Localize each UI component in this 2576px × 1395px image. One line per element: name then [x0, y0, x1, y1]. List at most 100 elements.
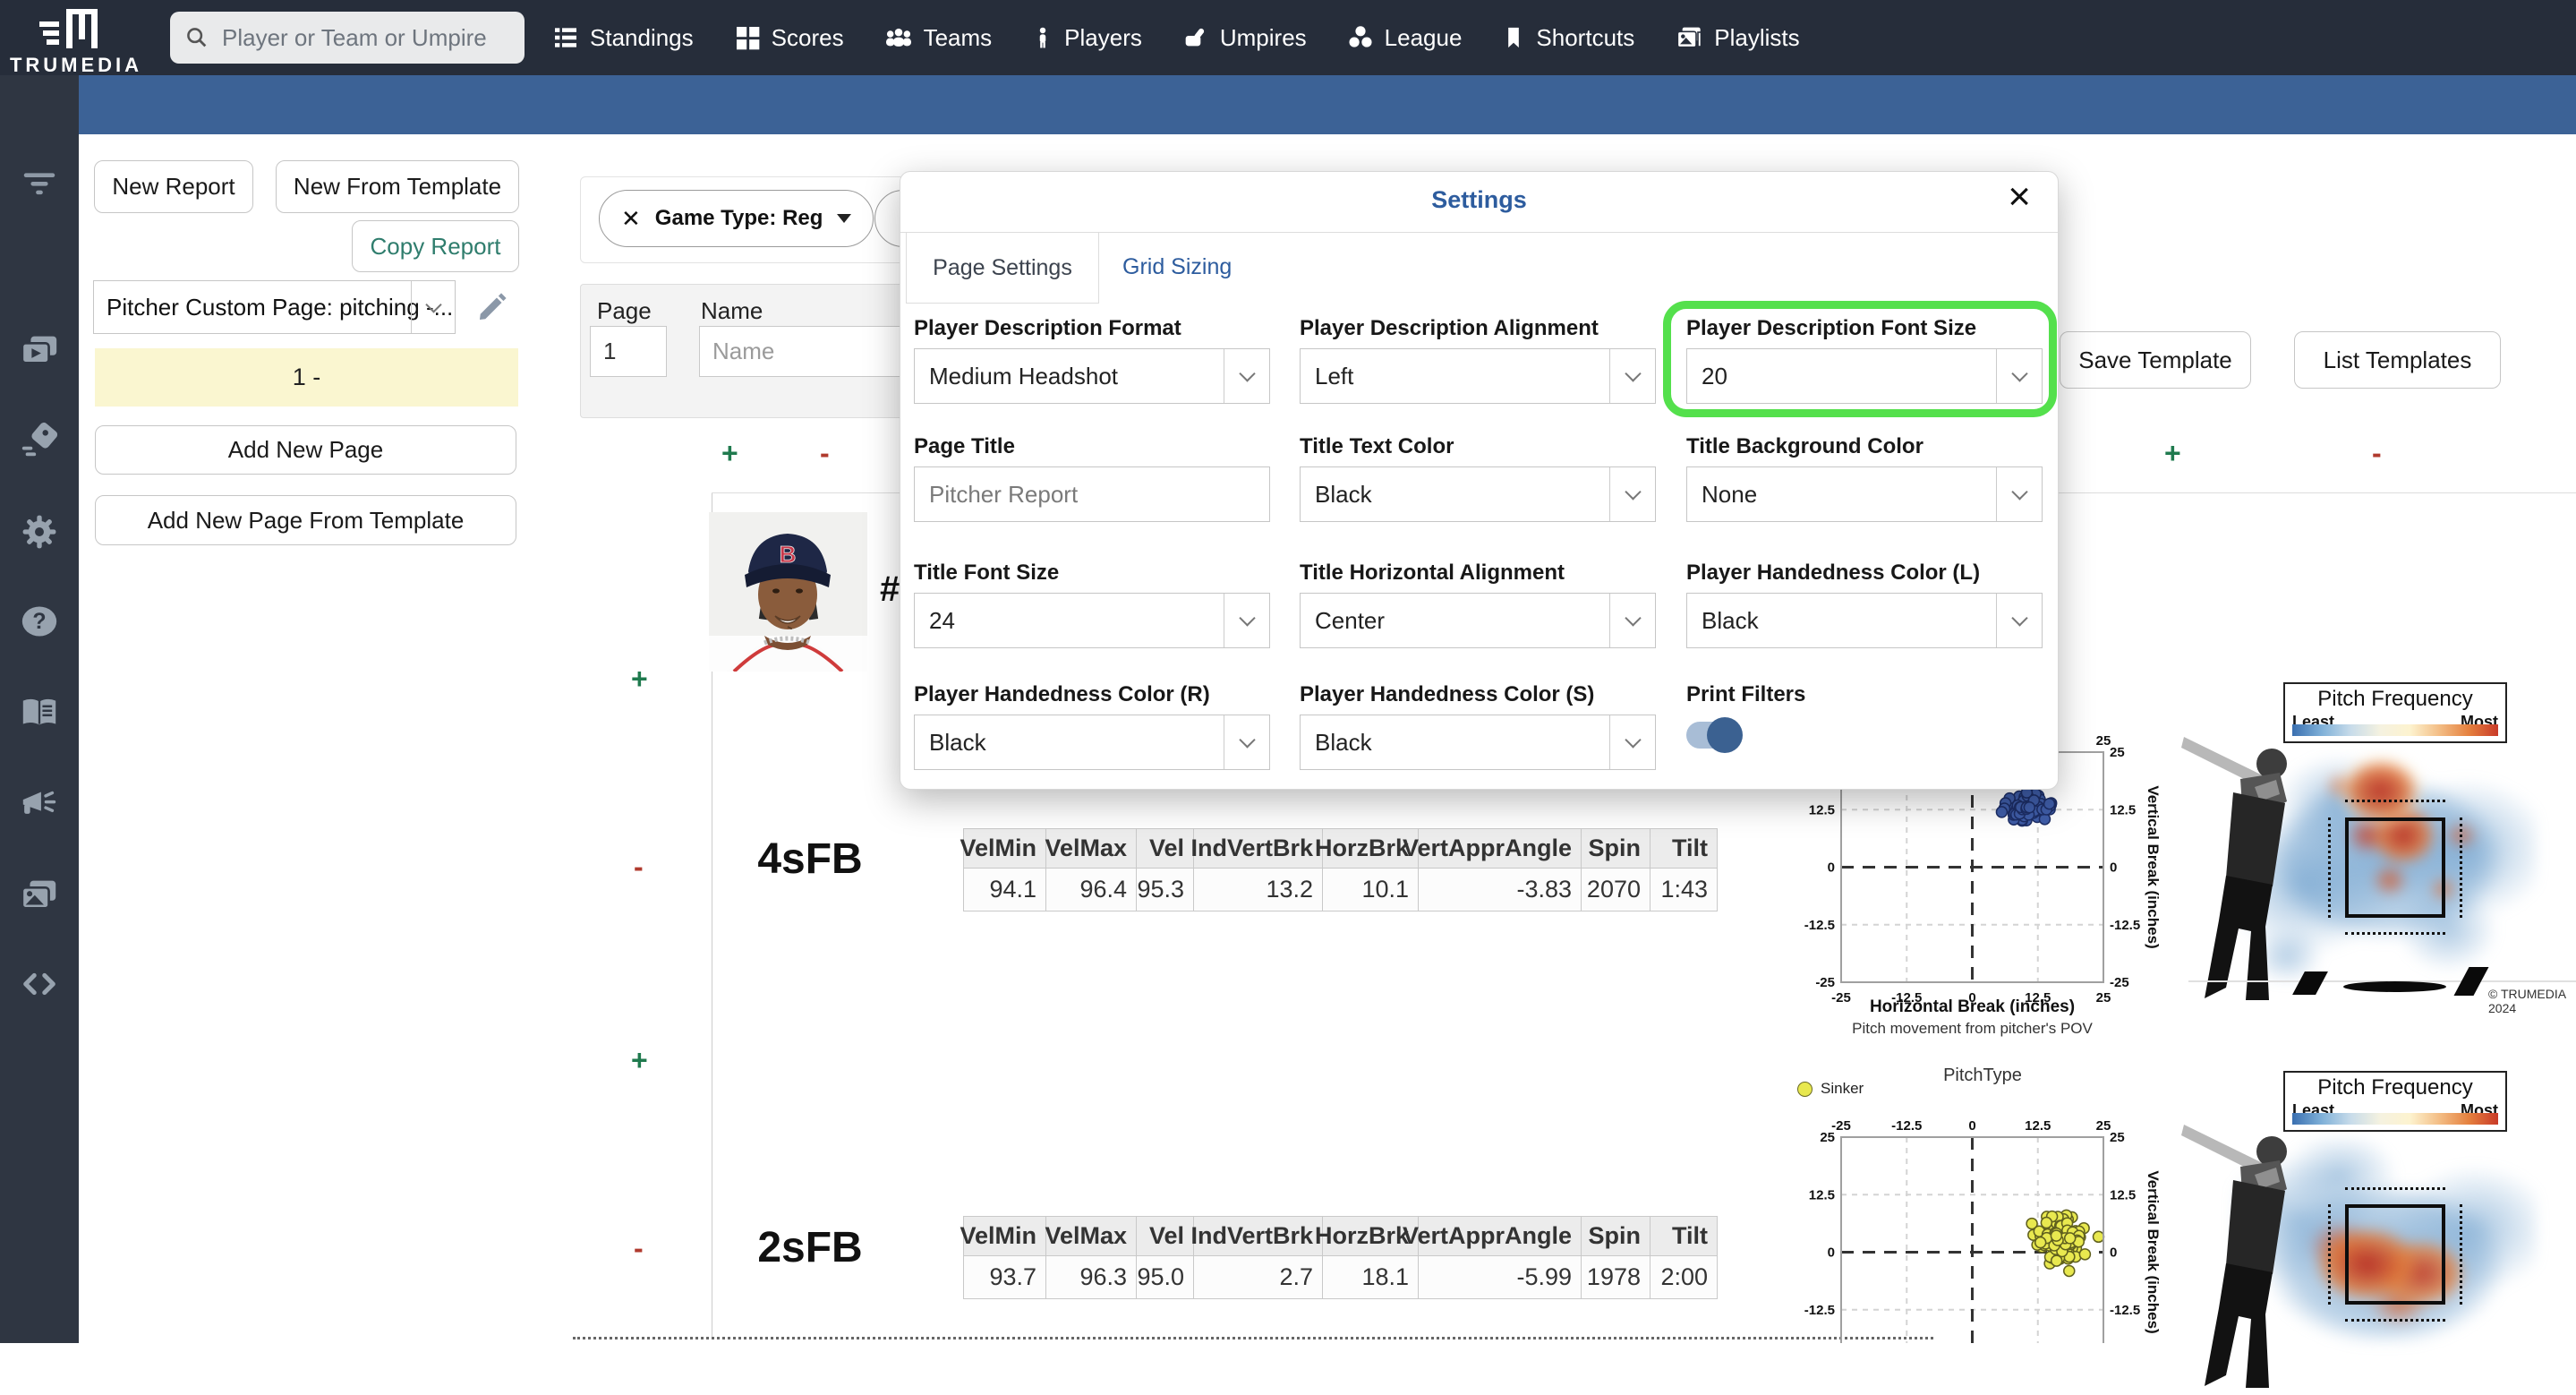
scatter-point [2050, 1254, 2063, 1267]
list-templates-button[interactable]: List Templates [2294, 331, 2501, 389]
tag-icon[interactable] [19, 420, 60, 461]
zone-dotted-line [2328, 1204, 2331, 1305]
title-background-color-select[interactable]: None [1686, 466, 2043, 522]
video-playlist-icon[interactable] [19, 329, 60, 371]
table-cell: 1978 [1582, 1256, 1651, 1299]
player-description-alignment-select[interactable]: Left [1300, 348, 1656, 404]
tab-page-settings[interactable]: Page Settings [906, 233, 1099, 304]
player-handedness-color-s-select[interactable]: Black [1300, 715, 1656, 770]
field-label: Title Horizontal Alignment [1300, 561, 1565, 585]
add-row-button[interactable]: + [631, 663, 648, 696]
field-label: Title Text Color [1300, 434, 1454, 458]
chevron-down-icon [1224, 594, 1269, 647]
title-text-color-select[interactable]: Black [1300, 466, 1656, 522]
megaphone-icon[interactable] [19, 783, 60, 824]
page-title-input[interactable]: Pitcher Report [914, 466, 1270, 522]
batter-silhouette [2181, 1125, 2287, 1388]
gear-icon[interactable] [19, 511, 60, 552]
report-select[interactable]: Pitcher Custom Page: pitching -... [93, 280, 456, 334]
nav-label: Playlists [1714, 23, 1800, 51]
table-cell: 95.0 [1137, 1256, 1194, 1299]
save-template-button[interactable]: Save Template [2060, 331, 2251, 389]
select-value: Center [1315, 606, 1386, 634]
nav-label: Teams [923, 23, 993, 51]
remove-column-button[interactable]: - [2372, 437, 2382, 470]
nav-umpires[interactable]: Umpires [1181, 23, 1307, 52]
title-horizontal-alignment-select[interactable]: Center [1300, 593, 1656, 648]
code-icon[interactable] [19, 963, 60, 1005]
tab-grid-sizing[interactable]: Grid Sizing [1122, 254, 1232, 280]
nav-scores[interactable]: Scores [733, 23, 844, 52]
tick-label: -12.5 [1891, 1118, 1922, 1134]
nav-teams[interactable]: Teams [883, 23, 993, 52]
table-row: 93.7 96.3 95.0 2.7 18.1 -5.99 1978 2:00 [964, 1256, 1718, 1299]
nav-league[interactable]: League [1346, 23, 1462, 52]
nav-players[interactable]: Players [1031, 23, 1142, 52]
standings-icon [555, 28, 576, 47]
nav-playlists[interactable]: Playlists [1674, 23, 1800, 52]
chevron-down-icon [411, 281, 455, 333]
filter-icon[interactable] [19, 161, 60, 202]
title-font-size-select[interactable]: 24 [914, 593, 1270, 648]
player-description-font-size-select[interactable]: 20 [1686, 348, 2043, 404]
help-icon[interactable]: ? [19, 601, 60, 642]
zone-dotted-line [2345, 800, 2445, 802]
trumedia-logo[interactable]: TRUMEDIA [9, 4, 143, 76]
shortcuts-icon [1508, 27, 1520, 48]
nav-standings[interactable]: Standings [551, 23, 694, 52]
new-from-template-button[interactable]: New From Template [276, 160, 519, 213]
left-icon-rail: ? [0, 75, 79, 1343]
remove-row-button[interactable]: - [820, 437, 830, 470]
select-value: Black [1702, 606, 1759, 634]
nav-label: Umpires [1219, 23, 1307, 51]
search-input[interactable] [220, 22, 510, 53]
table-cell: 18.1 [1323, 1256, 1419, 1299]
field-label: Player Description Font Size [1686, 316, 1977, 340]
add-column-button[interactable]: + [2164, 437, 2181, 470]
player-handedness-color-l-select[interactable]: Black [1686, 593, 2043, 648]
field-title-text-color: Title Text Color Black [1300, 434, 1656, 522]
tick-label: -12.5 [1804, 918, 1835, 933]
table-row: VelMin VelMax Vel IndVertBrk HorzBrk VertAppr… [960, 829, 1718, 869]
page-row-selected[interactable]: 1 - [95, 348, 518, 407]
table-cell: Tilt [1651, 1217, 1718, 1256]
player-headshot: B [709, 512, 867, 672]
chevron-down-icon [1996, 594, 2042, 647]
close-icon[interactable]: × [2008, 177, 2031, 217]
table-cell: Tilt [1651, 829, 1718, 869]
copy-report-button[interactable]: Copy Report [352, 220, 519, 272]
field-label: Player Description Alignment [1300, 316, 1599, 340]
player-handedness-color-r-select[interactable]: Black [914, 715, 1270, 770]
player-description-format-select[interactable]: Medium Headshot [914, 348, 1270, 404]
select-value: Medium Headshot [929, 362, 1118, 389]
report-select-value: Pitcher Custom Page: pitching -... [107, 293, 454, 321]
table-cell: IndVertBrk [1190, 1217, 1323, 1256]
teams-icon [885, 28, 911, 47]
chevron-down-icon [1996, 349, 2042, 403]
remove-filter-icon[interactable]: ✕ [621, 205, 641, 233]
add-row-button[interactable]: + [631, 1044, 648, 1077]
add-new-page-button[interactable]: Add New Page [95, 425, 516, 475]
edit-pencil-icon[interactable] [476, 289, 510, 323]
nav-shortcuts[interactable]: Shortcuts [1501, 23, 1634, 52]
scatter-point [2040, 1216, 2053, 1229]
remove-row-button[interactable]: - [634, 1232, 644, 1265]
new-report-button[interactable]: New Report [94, 160, 253, 213]
heatmap-legend: Pitch Frequency Least Most [2283, 682, 2507, 743]
add-new-page-from-template-button[interactable]: Add New Page From Template [95, 495, 516, 545]
book-icon[interactable] [19, 692, 60, 733]
global-search[interactable] [170, 12, 525, 64]
add-row-button[interactable]: + [721, 437, 738, 470]
brand-text: TRUMEDIA [9, 54, 143, 76]
zone-dotted-line [2345, 932, 2445, 935]
color-scale-gradient [2292, 1113, 2498, 1125]
page-number-input[interactable] [590, 326, 667, 377]
heatmap-title: Pitch Frequency [2317, 687, 2473, 711]
print-filters-toggle[interactable] [1686, 717, 1743, 753]
remove-row-button[interactable]: - [634, 851, 644, 884]
image-stack-icon[interactable] [19, 874, 60, 915]
chevron-down-icon [837, 214, 852, 223]
filter-chip-game-type[interactable]: ✕ Game Type: Reg [599, 190, 874, 247]
legend-item-sinker: Sinker [1797, 1080, 1864, 1098]
select-value: Black [1315, 480, 1372, 508]
